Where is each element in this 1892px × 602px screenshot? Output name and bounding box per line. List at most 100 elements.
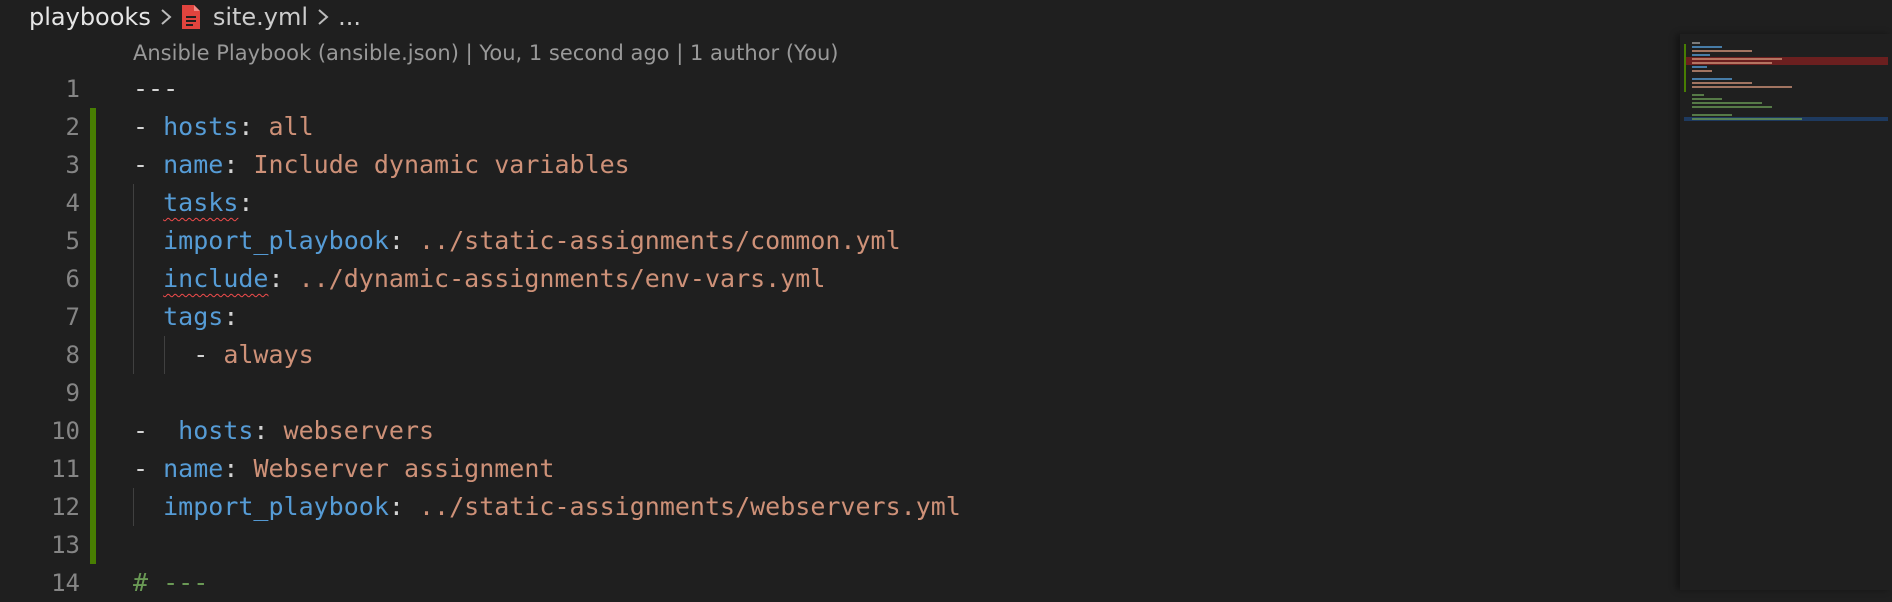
git-added-gutter-marker[interactable] <box>90 298 96 336</box>
code-token: : <box>253 416 284 445</box>
code-token: import_playbook <box>163 492 389 521</box>
code-line[interactable]: 4 tasks: <box>0 184 1680 222</box>
minimap-line <box>1692 106 1772 108</box>
git-added-gutter-marker[interactable] <box>90 374 96 412</box>
code-token: - <box>133 150 164 179</box>
code-token: Include dynamic variables <box>253 150 630 179</box>
code-token: - <box>133 340 224 369</box>
git-added-gutter-marker[interactable] <box>90 260 96 298</box>
indent-guide <box>133 184 134 374</box>
git-added-gutter-marker[interactable] <box>90 412 96 450</box>
code-token: : <box>268 264 299 293</box>
code-token: webservers <box>283 416 435 445</box>
code-text: - name: Webserver assignment <box>133 450 554 488</box>
error-token: include <box>163 264 269 293</box>
git-added-gutter-marker[interactable] <box>90 450 96 488</box>
minimap-line <box>1692 50 1752 52</box>
line-number: 11 <box>51 455 80 483</box>
code-line[interactable]: 5 import_playbook: ../static-assignments… <box>0 222 1680 260</box>
line-number: 4 <box>65 189 80 217</box>
code-line[interactable]: 2 - hosts: all <box>0 108 1680 146</box>
code-text: tags: <box>133 298 238 336</box>
breadcrumb: playbooks site.yml ... <box>0 0 1892 34</box>
code-token: tags <box>163 302 224 331</box>
code-token: import_playbook <box>163 226 389 255</box>
code-text: import_playbook: ../static-assignments/w… <box>133 488 961 526</box>
indent-guide <box>164 336 165 374</box>
code-token: hosts <box>178 416 254 445</box>
code-line[interactable]: 6 include: ../dynamic-assignments/env-va… <box>0 260 1680 298</box>
code-token: - <box>133 416 179 445</box>
git-added-gutter-marker[interactable] <box>90 184 96 222</box>
minimap-line <box>1692 54 1710 56</box>
git-added-gutter-marker[interactable] <box>90 222 96 260</box>
code-line[interactable]: 14 # --- <box>0 564 1680 602</box>
code-token: : <box>238 188 254 217</box>
code-line[interactable]: 13 <box>0 526 1680 564</box>
chevron-right-icon <box>316 7 330 27</box>
code-line[interactable]: 9 <box>0 374 1680 412</box>
code-token: ../static-assignments/webservers.yml <box>419 492 961 521</box>
line-number: 6 <box>65 265 80 293</box>
breadcrumb-folder-playbooks[interactable]: playbooks <box>29 3 151 31</box>
line-number: 10 <box>51 417 80 445</box>
code-text: - hosts: all <box>133 108 314 146</box>
breadcrumb-more[interactable]: ... <box>338 3 361 31</box>
codelens-schema-blame[interactable]: Ansible Playbook (ansible.json) | You, 1… <box>133 41 838 65</box>
git-added-gutter-marker[interactable] <box>90 146 96 184</box>
git-added-gutter-marker[interactable] <box>90 336 96 374</box>
line-number: 14 <box>51 569 80 597</box>
indent-guide <box>133 488 134 526</box>
minimap-line <box>1692 82 1752 84</box>
minimap[interactable] <box>1680 34 1892 590</box>
minimap-line <box>1692 114 1732 116</box>
code-line[interactable]: 1 --- <box>0 70 1680 108</box>
minimap-line <box>1692 94 1704 96</box>
code-token: : <box>223 454 254 483</box>
code-editor[interactable]: 1 --- 2 - hosts: all 3 - name: Include dynami… <box>0 70 1680 597</box>
code-line[interactable]: 7 tags: <box>0 298 1680 336</box>
code-token: - <box>133 112 164 141</box>
breadcrumb-file-site-yml[interactable]: site.yml <box>181 3 308 31</box>
line-number: 5 <box>65 227 80 255</box>
error-token: tasks <box>163 188 239 217</box>
git-added-gutter-marker[interactable] <box>90 488 96 526</box>
code-token: always <box>223 340 314 369</box>
code-line[interactable]: 11 - name: Webserver assignment <box>0 450 1680 488</box>
line-number: 2 <box>65 113 80 141</box>
git-added-gutter-marker[interactable] <box>90 526 96 564</box>
code-token: ../static-assignments/common.yml <box>419 226 901 255</box>
code-token: - <box>133 454 164 483</box>
code-token: name <box>163 454 224 483</box>
minimap-line <box>1692 118 1802 120</box>
minimap-line <box>1692 42 1700 44</box>
code-token: name <box>163 150 224 179</box>
minimap-line <box>1692 62 1772 64</box>
code-token: hosts <box>163 112 239 141</box>
code-token: : <box>223 302 239 331</box>
code-line[interactable]: 12 import_playbook: ../static-assignment… <box>0 488 1680 526</box>
code-token: all <box>268 112 314 141</box>
chevron-right-icon <box>159 7 173 27</box>
minimap-git-marker <box>1684 44 1686 92</box>
minimap-line <box>1692 66 1707 68</box>
minimap-line <box>1692 86 1792 88</box>
code-token: : <box>238 112 269 141</box>
line-number: 13 <box>51 531 80 559</box>
code-text: import_playbook: ../static-assignments/c… <box>133 222 901 260</box>
code-text: - name: Include dynamic variables <box>133 146 630 184</box>
code-text: tasks: <box>133 184 253 222</box>
line-number: 8 <box>65 341 80 369</box>
code-line[interactable]: 8 - always <box>0 336 1680 374</box>
code-text: --- <box>133 70 178 108</box>
code-line[interactable]: 3 - name: Include dynamic variables <box>0 146 1680 184</box>
code-token: : <box>388 226 419 255</box>
yaml-file-icon <box>181 4 201 30</box>
minimap-line <box>1692 58 1782 60</box>
code-line[interactable]: 10 - hosts: webservers <box>0 412 1680 450</box>
line-number: 3 <box>65 151 80 179</box>
git-added-gutter-marker[interactable] <box>90 108 96 146</box>
line-number: 12 <box>51 493 80 521</box>
